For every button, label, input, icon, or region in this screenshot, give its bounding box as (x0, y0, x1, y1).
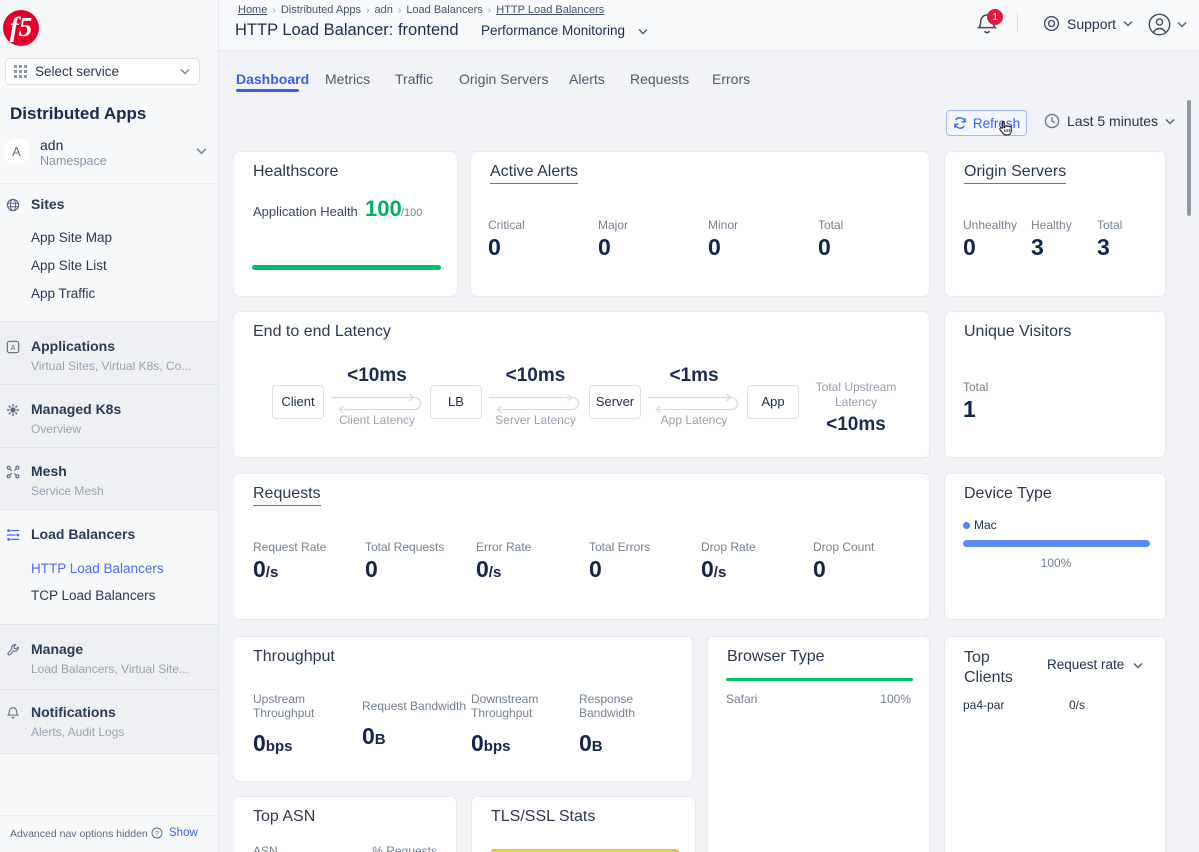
svg-text:A: A (11, 343, 16, 352)
svg-text:?: ? (155, 831, 159, 838)
